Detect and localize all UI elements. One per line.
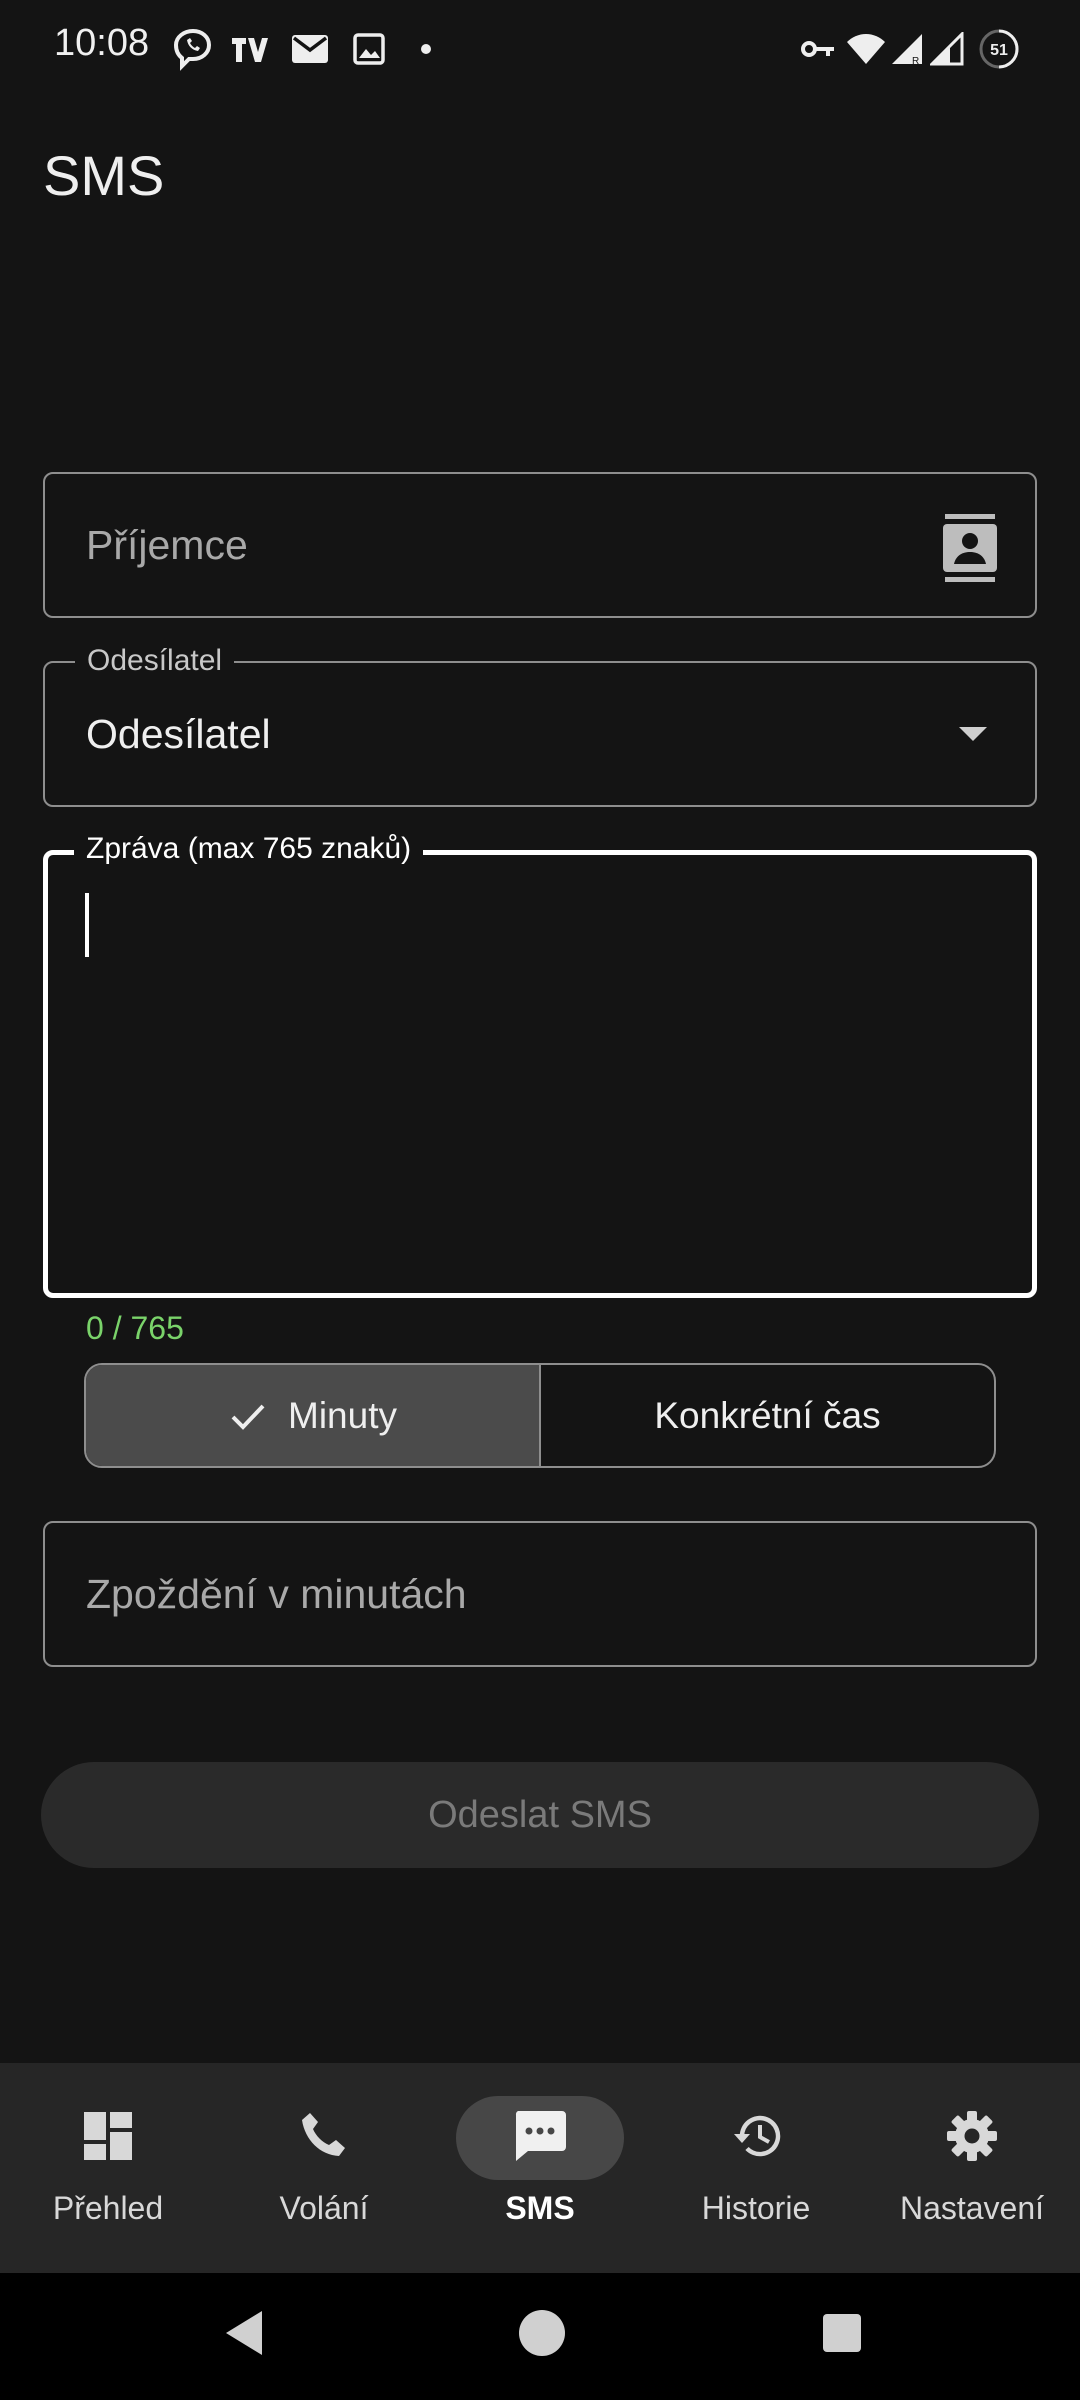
nav-item-sms[interactable]: SMS (432, 2063, 648, 2273)
phone-icon (298, 2110, 350, 2167)
vpn-key-icon (800, 26, 836, 72)
nav-active-indicator (456, 2096, 624, 2180)
signal-icon: R (890, 26, 924, 72)
nav-label-sms: SMS (505, 2190, 575, 2226)
nav-label-settings: Nastavení (899, 2190, 1045, 2226)
nav-item-overview[interactable]: Přehled (0, 2063, 216, 2273)
contact-picker-icon[interactable] (939, 514, 1001, 582)
sms-screen: 10:08 R 51 SMS Příjemce Odesílatel Odesí… (0, 0, 1080, 2400)
sender-dropdown[interactable]: Odesílatel Odesílatel (43, 639, 1037, 807)
mode-minutes-button[interactable]: Minuty (86, 1365, 541, 1466)
wifi-icon (846, 26, 886, 72)
nav-label-overview: Přehled (52, 2190, 164, 2226)
recipient-placeholder: Příjemce (86, 522, 248, 568)
image-icon (352, 26, 386, 72)
status-bar: 10:08 R 51 (0, 0, 1080, 100)
character-counter: 0 / 765 (86, 1310, 184, 1346)
back-icon[interactable] (214, 2303, 274, 2363)
recents-icon[interactable] (812, 2303, 872, 2363)
settings-icon (946, 2110, 998, 2167)
home-icon[interactable] (512, 2303, 572, 2363)
signal-icon (930, 26, 964, 72)
status-time: 10:08 (54, 22, 150, 64)
send-sms-button[interactable]: Odeslat SMS (41, 1762, 1039, 1868)
battery-level: 51 (990, 42, 1008, 59)
text-cursor (85, 893, 89, 957)
nav-item-calls[interactable]: Volání (216, 2063, 432, 2273)
page-title: SMS (43, 144, 165, 207)
mode-specific-time-button[interactable]: Konkrétní čas (541, 1365, 994, 1466)
mode-minutes-label: Minuty (288, 1394, 397, 1436)
tv-icon (230, 26, 272, 72)
sms-icon (512, 2109, 568, 2168)
nav-item-history[interactable]: Historie (648, 2063, 864, 2273)
nav-label-history: Historie (701, 2190, 811, 2226)
mode-specific-time-label: Konkrétní čas (654, 1394, 881, 1436)
delay-minutes-field[interactable]: Zpoždění v minutách (43, 1521, 1037, 1667)
mail-icon (290, 26, 330, 72)
dot-icon (420, 26, 432, 72)
dropdown-arrow-icon (959, 727, 987, 741)
viber-icon (172, 26, 214, 72)
recipient-field[interactable]: Příjemce (43, 472, 1037, 618)
sender-label: Odesílatel (75, 639, 235, 683)
history-icon (728, 2110, 784, 2167)
check-icon (228, 1396, 268, 1436)
svg-text:R: R (912, 56, 919, 66)
dashboard-icon (82, 2110, 134, 2167)
nav-item-settings[interactable]: Nastavení (864, 2063, 1080, 2273)
delay-placeholder: Zpoždění v minutách (86, 1571, 467, 1617)
nav-label-calls: Volání (279, 2190, 369, 2226)
delay-mode-toggle: Minuty Konkrétní čas (84, 1363, 996, 1468)
bottom-navigation: Přehled Volání SMS Historie Nastavení (0, 2063, 1080, 2273)
sender-value: Odesílatel (86, 711, 271, 757)
battery-icon: 51 (978, 26, 1020, 72)
message-label: Zpráva (max 765 znaků) (74, 827, 424, 871)
system-navigation-bar (0, 2273, 1080, 2400)
message-field[interactable]: Zpráva (max 765 znaků) (43, 827, 1037, 1298)
